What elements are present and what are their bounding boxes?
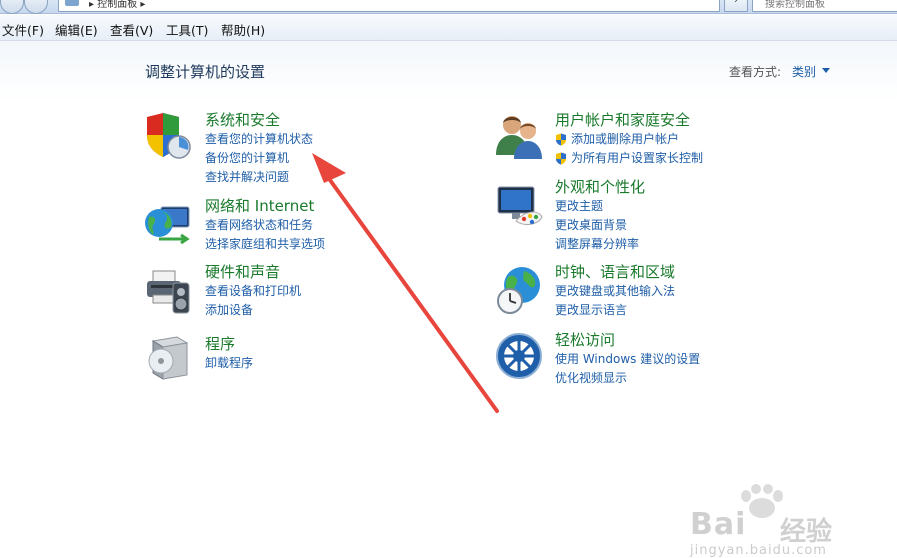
refresh-button[interactable]: ›	[724, 0, 748, 12]
watermark-url: jingyan.baidu.com	[690, 543, 827, 558]
menu-view[interactable]: 查看(V)	[110, 20, 153, 39]
search-placeholder: 搜索控制面板	[765, 0, 825, 10]
annotation-arrow	[312, 153, 499, 413]
address-text: ▸ 控制面板 ▸	[89, 0, 146, 10]
control-panel-content: 调整计算机的设置 查看方式: 类别 系统和安全 查看您的计算机状态 备份您的计算…	[0, 41, 897, 558]
control-panel-icon	[65, 0, 79, 6]
title-toolbar: ▸ 控制面板 ▸ › 搜索控制面板	[0, 0, 897, 14]
menu-help[interactable]: 帮助(H)	[221, 20, 265, 39]
menu-tools[interactable]: 工具(T)	[166, 20, 208, 39]
watermark-brand: Bai	[690, 507, 747, 542]
address-bar[interactable]: ▸ 控制面板 ▸	[58, 0, 720, 12]
search-input[interactable]: 搜索控制面板	[752, 0, 897, 12]
forward-button[interactable]	[24, 0, 48, 14]
menu-file[interactable]: 文件(F)	[2, 20, 44, 39]
back-button[interactable]	[0, 0, 24, 14]
menu-edit[interactable]: 编辑(E)	[55, 20, 98, 39]
menu-bar: 文件(F) 编辑(E) 查看(V) 工具(T) 帮助(H)	[0, 15, 897, 41]
